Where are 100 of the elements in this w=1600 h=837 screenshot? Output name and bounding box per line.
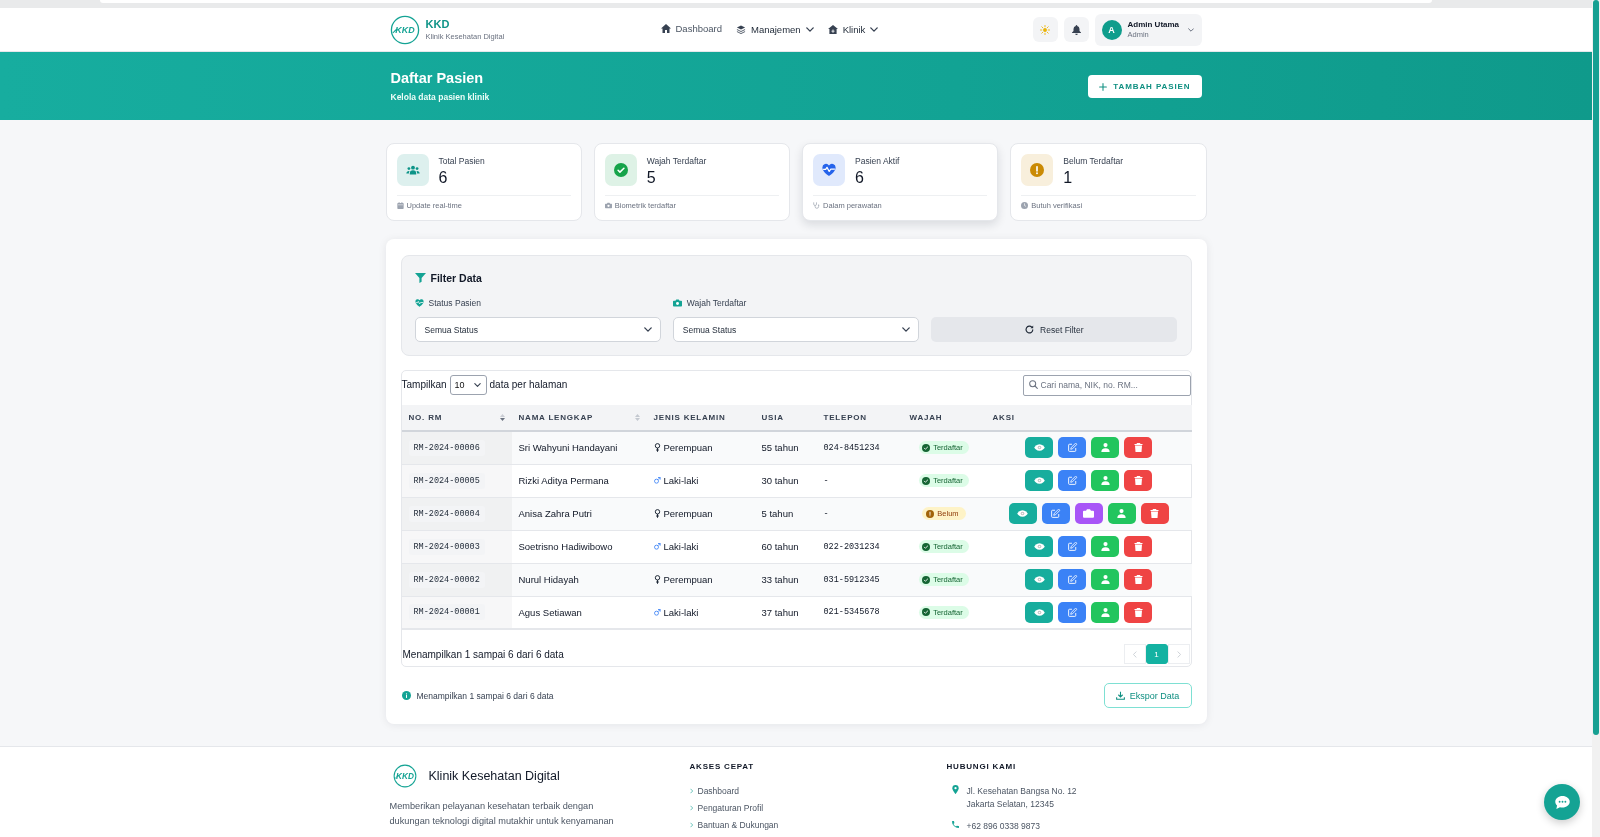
phone-icon: [951, 820, 959, 829]
nav-menu-item[interactable]: Klinik: [827, 17, 879, 42]
contact-text: Jl. Kesehatan Bangsa No. 12: [966, 785, 1077, 798]
edit-button[interactable]: [1058, 536, 1086, 557]
rotate-icon: [1025, 325, 1035, 334]
chevron-right-icon: [689, 821, 693, 828]
edit-icon: [1066, 607, 1078, 617]
page-size-suffix: data per halaman: [489, 379, 568, 390]
stat-value: 1: [1063, 169, 1074, 187]
summary-text: Menampilkan 1 sampai 6 dari 6 data: [416, 690, 554, 701]
view-button[interactable]: [1025, 536, 1053, 557]
record-number: RM-2024-00003: [408, 538, 485, 555]
delete-button[interactable]: [1124, 601, 1152, 623]
patient-age: 55 tahun: [754, 431, 817, 464]
status-select[interactable]: Semua Status: [414, 317, 661, 342]
user-icon: [1099, 575, 1111, 584]
chevron-down-icon: [643, 327, 652, 332]
edit-button[interactable]: [1058, 569, 1086, 590]
female-symbol-icon: [653, 575, 661, 584]
users-icon: [396, 154, 429, 186]
nav-menu-item[interactable]: Dashboard: [660, 16, 722, 40]
camera-button[interactable]: [1074, 503, 1103, 524]
user-avatar: A: [1101, 19, 1122, 40]
check-circle-icon: [922, 443, 931, 452]
delete-button[interactable]: [1124, 569, 1152, 590]
view-button[interactable]: [1025, 470, 1053, 491]
page-size-select[interactable]: 10: [449, 374, 487, 395]
edit-button[interactable]: [1058, 470, 1086, 491]
profile-button[interactable]: [1091, 601, 1119, 623]
edit-button[interactable]: [1058, 601, 1086, 623]
stat-value: 6: [438, 169, 449, 187]
camera-icon: [604, 202, 612, 209]
add-patient-button[interactable]: TAMBAH PASIEN: [1088, 75, 1202, 98]
trash-icon: [1132, 476, 1144, 485]
patient-age: 33 tahun: [754, 563, 817, 596]
stat-value: 5: [646, 169, 657, 187]
gender-label: Laki-laki: [663, 475, 699, 486]
column-header: TELEPON: [816, 405, 903, 431]
clinic-logo: KKD: [389, 14, 420, 45]
info-icon: [401, 691, 411, 700]
footer-description: Memberikan pelayanan kesehatan terbaik dengan dukungan teknologi digital mutakhir untuk kenyamanan: [389, 800, 615, 828]
edit-button[interactable]: [1058, 437, 1086, 459]
delete-button[interactable]: [1124, 470, 1152, 491]
search-field[interactable]: Cari nama, NIK, no. RM...: [1022, 374, 1191, 396]
export-button[interactable]: Ekspor Data: [1103, 683, 1192, 708]
column-header: AKSI: [985, 405, 1192, 431]
profile-button[interactable]: [1091, 536, 1119, 557]
delete-button[interactable]: [1124, 536, 1152, 557]
footer-link[interactable]: Pengaturan Profil: [689, 799, 764, 816]
profile-button[interactable]: [1107, 503, 1136, 524]
user-icon: [1116, 509, 1127, 518]
eye-icon: [1033, 575, 1045, 584]
view-button[interactable]: [1025, 569, 1053, 590]
profile-button[interactable]: [1091, 569, 1119, 590]
record-number: RM-2024-00001: [408, 604, 485, 621]
trash-icon: [1132, 575, 1144, 584]
stethoscope-icon: [813, 202, 820, 209]
theme-toggle-button[interactable]: [1032, 17, 1058, 42]
column-header[interactable]: NAMA LENGKAP: [511, 405, 647, 431]
profile-button[interactable]: [1091, 437, 1119, 459]
patient-name: Sri Wahyuni Handayani: [511, 431, 647, 464]
view-button[interactable]: [1025, 437, 1053, 459]
female-symbol-icon: [653, 443, 661, 453]
view-button[interactable]: [1025, 601, 1053, 623]
record-number: RM-2024-00006: [408, 439, 485, 456]
status-select[interactable]: Semua Status: [672, 317, 920, 342]
edit-icon: [1066, 542, 1078, 551]
chevron-right-icon: [1176, 650, 1181, 658]
eye-icon: [1033, 607, 1045, 617]
trash-icon: [1132, 607, 1144, 617]
scrollbar-thumb[interactable]: [1593, 0, 1599, 735]
view-button[interactable]: [1008, 503, 1037, 524]
reset-filter-button[interactable]: Reset Filter: [931, 317, 1178, 342]
column-header[interactable]: NO. RM: [401, 405, 512, 431]
delete-button[interactable]: [1124, 437, 1152, 459]
notifications-button[interactable]: [1063, 17, 1089, 42]
camera-icon: [672, 299, 682, 307]
delete-button[interactable]: [1140, 503, 1169, 524]
edit-button[interactable]: [1041, 503, 1070, 524]
stat-label: Pasien Aktif: [855, 156, 900, 166]
patient-age: 37 tahun: [754, 596, 817, 629]
nav-menu-item[interactable]: Manajemen: [736, 17, 814, 42]
record-number: RM-2024-00004: [408, 505, 485, 522]
chevron-right-icon: [689, 787, 693, 794]
footer-link[interactable]: Dashboard: [689, 782, 740, 799]
check-circle-icon: [922, 575, 931, 584]
trash-icon: [1132, 542, 1144, 551]
sun-icon: [1040, 24, 1050, 35]
layers-icon: [736, 25, 746, 34]
user-icon: [1099, 443, 1111, 453]
check-circle-icon: [922, 476, 931, 485]
footer-link[interactable]: Bantuan & Dukungan: [689, 816, 779, 833]
female-symbol-icon: [653, 509, 661, 518]
profile-button[interactable]: [1091, 470, 1119, 491]
stat-label: Total Pasien: [438, 156, 485, 166]
edit-icon: [1050, 509, 1061, 518]
trash-icon: [1149, 509, 1160, 518]
map-pin-icon: [951, 785, 959, 794]
gender-label: Perempuan: [663, 442, 713, 454]
footer-brand-name: Klinik Kesehatan Digital: [428, 769, 560, 783]
